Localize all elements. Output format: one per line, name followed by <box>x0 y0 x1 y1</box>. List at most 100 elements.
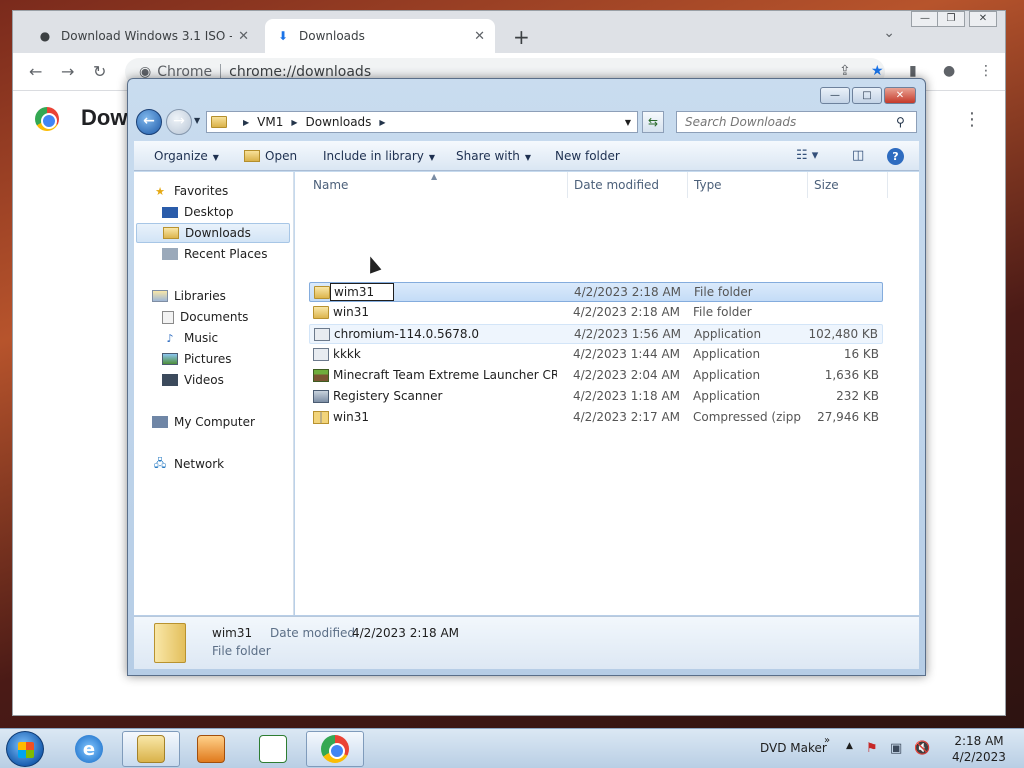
file-row[interactable]: Registery Scanner 4/2/2023 1:18 AM Appli… <box>309 387 883 407</box>
preview-pane-icon[interactable]: ◫ <box>852 148 864 163</box>
taskbar-internet-explorer[interactable]: e <box>60 731 118 767</box>
tab-close-icon[interactable]: ✕ <box>474 29 485 44</box>
breadcrumb-arrow-icon[interactable]: ▶ <box>243 118 249 127</box>
new-tab-button[interactable]: + <box>513 25 530 49</box>
tab-strip: ● Download Windows 3.1 ISO - Fre ✕ ⬇ Dow… <box>13 11 1005 53</box>
restore-button[interactable]: ❐ <box>937 11 965 27</box>
nav-label: Desktop <box>184 205 234 219</box>
back-arrow-icon[interactable]: ← <box>29 62 42 81</box>
share-with-button[interactable]: Share with ▼ <box>456 149 531 163</box>
organize-button[interactable]: Organize ▼ <box>154 149 219 163</box>
file-row[interactable]: 4/2/2023 2:18 AM File folder <box>309 282 883 302</box>
nav-videos[interactable]: Videos <box>162 370 224 390</box>
page-menu-icon[interactable]: ⋮ <box>963 109 981 130</box>
file-date: 4/2/2023 2:18 AM <box>573 305 681 319</box>
column-header-name[interactable]: Name <box>313 178 348 192</box>
tab-download-windows[interactable]: ● Download Windows 3.1 ISO - Fre ✕ <box>27 19 259 53</box>
search-input[interactable] <box>676 111 917 133</box>
refresh-icon[interactable]: ⇆ <box>642 111 664 133</box>
breadcrumb-vm1[interactable]: VM1 <box>257 115 283 129</box>
column-header-date-modified[interactable]: Date modified <box>574 178 659 192</box>
nav-documents[interactable]: Documents <box>162 307 248 327</box>
tab-close-icon[interactable]: ✕ <box>238 29 249 44</box>
column-divider[interactable] <box>887 172 888 198</box>
breadcrumb-downloads[interactable]: Downloads <box>306 115 372 129</box>
help-icon[interactable]: ? <box>887 148 904 165</box>
reload-icon[interactable]: ↻ <box>93 62 106 81</box>
menu-kebab-icon[interactable]: ⋮ <box>979 63 993 79</box>
share-icon[interactable]: ⇪ <box>839 63 851 79</box>
back-arrow-icon[interactable]: ← <box>136 109 162 135</box>
taskbar-media-center[interactable] <box>182 731 240 767</box>
explorer-minimize-button[interactable]: — <box>820 87 850 104</box>
nav-downloads[interactable]: Downloads <box>136 223 290 243</box>
include-in-library-button[interactable]: Include in library ▼ <box>323 149 435 163</box>
toolbar-overflow-chevron[interactable]: » <box>824 735 830 746</box>
file-list: ▲ Name Date modified Type Size 4/2/2023 … <box>295 172 919 615</box>
explorer-maximize-button[interactable]: □ <box>852 87 882 104</box>
side-panel-icon[interactable]: ▮ <box>909 63 917 79</box>
file-type: File folder <box>693 305 752 319</box>
column-divider[interactable] <box>567 172 568 198</box>
nav-pictures[interactable]: Pictures <box>162 349 232 369</box>
tab-downloads[interactable]: ⬇ Downloads ✕ <box>265 19 495 53</box>
file-type: File folder <box>694 285 753 299</box>
address-bar[interactable]: ▶ VM1 ▶ Downloads ▶ ▼ <box>206 111 638 133</box>
recent-pages-chevron-icon[interactable]: ▼ <box>194 116 200 125</box>
search-icon[interactable]: ⚲ <box>896 115 905 129</box>
file-name: chromium-114.0.5678.0 <box>334 327 480 341</box>
open-folder-icon <box>244 150 260 162</box>
explorer-close-button[interactable]: ✕ <box>884 87 916 104</box>
github-icon: ● <box>39 29 51 43</box>
nav-libraries[interactable]: Libraries <box>152 286 226 306</box>
address-dropdown-icon[interactable]: ▼ <box>625 118 631 127</box>
taskbar-chart-app[interactable] <box>244 731 302 767</box>
open-button[interactable]: Open <box>244 149 297 163</box>
file-row[interactable]: Minecraft Team Extreme Launcher CRAZ... … <box>309 366 883 386</box>
column-header-type[interactable]: Type <box>694 178 722 192</box>
file-row[interactable]: chromium-114.0.5678.0 4/2/2023 1:56 AM A… <box>309 324 883 344</box>
nav-network[interactable]: 🖧 Network <box>152 454 224 474</box>
breadcrumb-arrow-icon[interactable]: ▶ <box>291 118 297 127</box>
file-date: 4/2/2023 2:04 AM <box>573 368 681 382</box>
nav-music[interactable]: ♪ Music <box>162 328 218 348</box>
file-type: Application <box>693 368 761 382</box>
change-view-icon[interactable]: ☷ ▾ <box>796 148 818 163</box>
toolbar-label-dvd-maker[interactable]: DVD Maker <box>760 741 827 755</box>
nav-favorites[interactable]: ★ Favorites <box>152 181 228 201</box>
taskbar-chrome[interactable] <box>306 731 364 767</box>
chrome-icon <box>321 735 349 763</box>
sort-ascending-icon: ▲ <box>431 172 438 181</box>
system-clock[interactable]: 2:18 AM 4/2/2023 <box>946 733 1012 765</box>
volume-muted-icon[interactable]: 🔇 <box>914 741 930 756</box>
nav-my-computer[interactable]: My Computer <box>152 412 255 432</box>
column-divider[interactable] <box>807 172 808 198</box>
clock-date: 4/2/2023 <box>952 750 1006 764</box>
file-size: 27,946 KB <box>817 410 879 424</box>
file-row[interactable]: kkkk 4/2/2023 1:44 AM Application 16 KB <box>309 345 883 365</box>
forward-arrow-icon[interactable]: → <box>166 109 192 135</box>
profile-avatar-icon[interactable]: ● <box>943 63 955 79</box>
start-button[interactable] <box>6 731 44 767</box>
rename-input[interactable] <box>330 283 394 301</box>
nav-recent-places[interactable]: Recent Places <box>162 244 267 264</box>
details-item-name: wim31 <box>212 626 253 640</box>
breadcrumb-arrow-icon[interactable]: ▶ <box>379 118 385 127</box>
show-hidden-icons-arrow[interactable]: ▲ <box>846 741 853 751</box>
file-row[interactable]: win31 4/2/2023 2:17 AM Compressed (zipp.… <box>309 408 883 428</box>
network-status-icon[interactable]: ▣ <box>890 741 902 756</box>
nav-desktop[interactable]: Desktop <box>162 202 234 222</box>
bookmark-star-icon[interactable]: ★ <box>871 63 884 79</box>
file-row[interactable]: win31 4/2/2023 2:18 AM File folder <box>309 303 883 323</box>
action-center-flag-icon[interactable]: ⚑ <box>866 741 878 756</box>
new-folder-button[interactable]: New folder <box>555 149 620 163</box>
tab-search-icon[interactable]: ⌄ <box>883 25 895 41</box>
nav-label: My Computer <box>174 415 255 429</box>
minimize-button[interactable]: — <box>911 11 939 27</box>
column-header-size[interactable]: Size <box>814 178 839 192</box>
taskbar-windows-explorer[interactable] <box>122 731 180 767</box>
column-divider[interactable] <box>687 172 688 198</box>
large-folder-icon <box>154 623 186 663</box>
close-button[interactable]: ✕ <box>969 11 997 27</box>
forward-arrow-icon[interactable]: → <box>61 62 74 81</box>
